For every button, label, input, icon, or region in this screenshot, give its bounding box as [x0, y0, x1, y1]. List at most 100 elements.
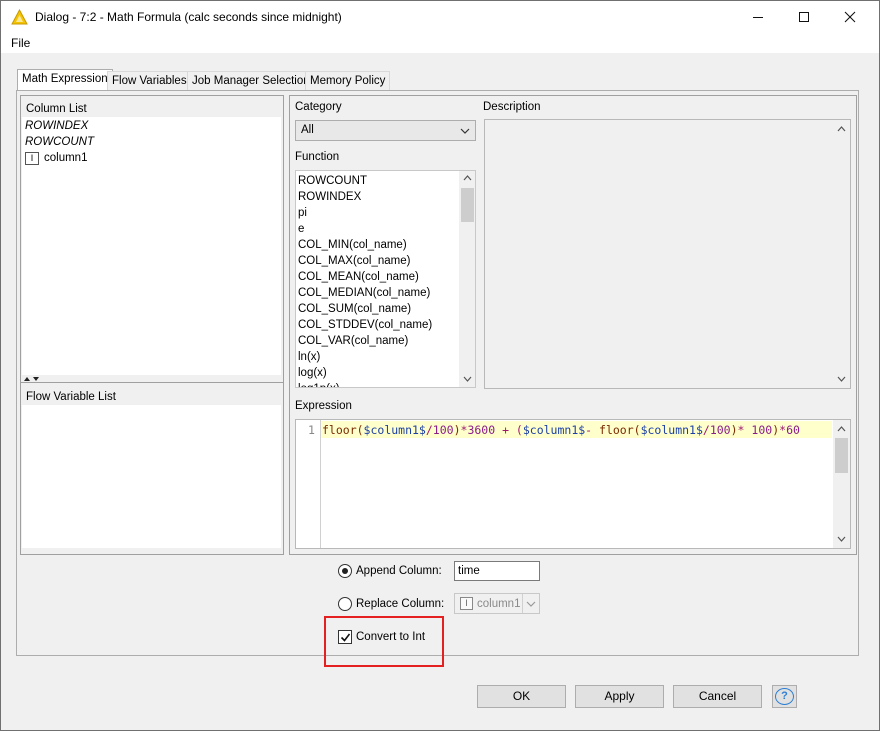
minimize-button[interactable]	[735, 1, 781, 33]
function-list-item[interactable]: COL_MEDIAN(col_name)	[296, 285, 475, 301]
knime-warning-icon	[11, 9, 28, 25]
scroll-up-icon[interactable]	[837, 426, 846, 432]
integer-type-icon: I	[25, 151, 39, 165]
code-token: + (	[495, 423, 523, 437]
code-token: 100	[432, 423, 454, 437]
function-list-item[interactable]: ROWCOUNT	[296, 173, 475, 189]
function-list-item[interactable]: COL_MAX(col_name)	[296, 253, 475, 269]
maximize-button[interactable]	[781, 1, 827, 33]
code-token: $column1$	[363, 423, 426, 437]
category-label: Category	[295, 101, 342, 113]
gutter-divider	[320, 420, 321, 548]
append-column-label: Append Column:	[356, 565, 442, 577]
scroll-down-icon[interactable]	[463, 376, 472, 382]
function-list-item[interactable]: COL_SUM(col_name)	[296, 301, 475, 317]
radio-dot	[342, 568, 348, 574]
code-token: floor(	[322, 423, 364, 437]
dialog-window: Dialog - 7:2 - Math Formula (calc second…	[0, 0, 880, 731]
description-box	[484, 119, 851, 389]
append-column-input[interactable]: time	[454, 561, 540, 581]
minimize-icon	[753, 17, 763, 18]
tab-flow-variables[interactable]: Flow Variables	[107, 71, 192, 91]
code-token: *	[737, 423, 752, 437]
code-token: -	[585, 423, 600, 437]
column-name-label: column1	[44, 152, 88, 164]
description-scrollbar[interactable]	[833, 120, 850, 388]
function-list-item[interactable]: log1p(x)	[296, 381, 475, 387]
code-token: 100	[709, 423, 731, 437]
close-icon	[844, 11, 856, 23]
function-list-item[interactable]: COL_MIN(col_name)	[296, 237, 475, 253]
chevron-down-icon	[526, 601, 536, 607]
column-list-title: Column List	[26, 103, 87, 115]
menu-bar: File	[1, 33, 879, 53]
code-token: floor(	[599, 423, 641, 437]
line-number: 1	[308, 423, 315, 437]
line-number-gutter: 1	[296, 420, 320, 548]
function-list-item[interactable]: log(x)	[296, 365, 475, 381]
description-label: Description	[483, 101, 541, 113]
help-icon: ?	[775, 688, 794, 705]
category-selected-value: All	[301, 124, 314, 136]
divider-arrows-icon	[24, 377, 39, 381]
tab-memory-policy[interactable]: Memory Policy	[305, 71, 391, 91]
function-list-item[interactable]: COL_STDDEV(col_name)	[296, 317, 475, 333]
scroll-thumb[interactable]	[835, 438, 848, 473]
flow-variable-list	[22, 405, 281, 548]
menu-file[interactable]: File	[11, 36, 30, 50]
flow-variable-list-title: Flow Variable List	[26, 391, 116, 403]
scroll-down-icon[interactable]	[837, 536, 846, 542]
code-token: )	[453, 423, 461, 437]
code-token: $column1$	[522, 423, 586, 437]
ok-button[interactable]: OK	[477, 685, 566, 708]
code-token: $column1$	[640, 423, 703, 437]
function-list-scrollbar[interactable]	[459, 171, 475, 387]
function-list-item[interactable]: COL_VAR(col_name)	[296, 333, 475, 349]
function-list-item[interactable]: ln(x)	[296, 349, 475, 365]
tab-math-expression[interactable]: Math Expression	[17, 69, 113, 91]
tab-job-manager-selection[interactable]: Job Manager Selection	[187, 71, 315, 91]
apply-button[interactable]: Apply	[575, 685, 664, 708]
dropdown-divider	[522, 594, 523, 613]
function-list-item[interactable]: e	[296, 221, 475, 237]
function-list-item[interactable]: pi	[296, 205, 475, 221]
expression-label: Expression	[295, 400, 352, 412]
code-token: 100	[751, 423, 773, 437]
scroll-up-icon[interactable]	[837, 126, 846, 132]
maximize-icon	[799, 12, 809, 22]
function-list: ROWCOUNT ROWINDEX pi e COL_MIN(col_name) COL_…	[295, 170, 476, 388]
function-list-item[interactable]: ROWINDEX	[296, 189, 475, 205]
code-token: 60	[786, 423, 800, 437]
scroll-up-icon[interactable]	[463, 175, 472, 181]
red-highlight-box	[324, 616, 444, 667]
expression-editor[interactable]: 1 floor($column1$/100)*3600 + ($column1$…	[295, 419, 851, 549]
close-button[interactable]	[827, 1, 873, 33]
function-label: Function	[295, 151, 340, 163]
column-list-item-rowindex[interactable]: ROWINDEX	[22, 118, 281, 134]
append-column-radio[interactable]	[338, 564, 352, 578]
code-token: /	[425, 423, 433, 437]
column-list-item-rowcount[interactable]: ROWCOUNT	[22, 134, 281, 150]
column-list: ROWINDEX ROWCOUNT I column1	[22, 117, 281, 375]
category-dropdown[interactable]: All	[295, 120, 476, 141]
expression-code-line: floor($column1$/100)*3600 + ($column1$- …	[322, 423, 800, 437]
help-button[interactable]: ?	[772, 685, 797, 708]
window-title: Dialog - 7:2 - Math Formula (calc second…	[35, 10, 342, 24]
title-bar: Dialog - 7:2 - Math Formula (calc second…	[1, 1, 879, 33]
replace-column-dropdown: I column1	[454, 593, 540, 614]
chevron-down-icon	[460, 128, 470, 134]
cancel-button[interactable]: Cancel	[673, 685, 762, 708]
column-list-item-column1[interactable]: I column1	[22, 150, 281, 166]
append-column-value: time	[458, 565, 480, 577]
code-token: 3600	[467, 423, 496, 437]
expression-scrollbar[interactable]	[833, 420, 850, 548]
function-list-item[interactable]: COL_MEAN(col_name)	[296, 269, 475, 285]
code-token: )	[730, 423, 738, 437]
replace-column-label: Replace Column:	[356, 598, 445, 610]
integer-type-icon: I	[460, 597, 473, 610]
scroll-thumb[interactable]	[461, 188, 474, 222]
code-token: /	[702, 423, 710, 437]
split-divider[interactable]	[21, 375, 283, 383]
scroll-down-icon[interactable]	[837, 376, 846, 382]
replace-column-radio[interactable]	[338, 597, 352, 611]
